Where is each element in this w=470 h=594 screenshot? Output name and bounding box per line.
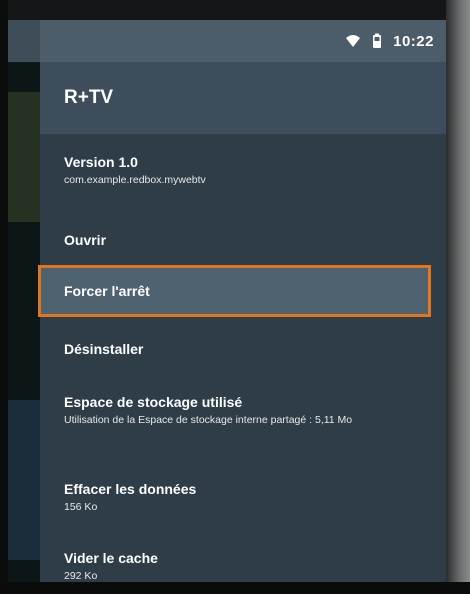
force-stop-label: Forcer l'arrêt [64,283,150,299]
force-stop-button[interactable]: Forcer l'arrêt [38,265,431,317]
clear-cache-size: 292 Ko [64,570,98,582]
status-time: 10:22 [393,32,434,50]
tv-frame-right [446,0,470,594]
wifi-icon [346,35,361,47]
version-title: Version 1.0 [64,154,138,170]
open-button[interactable]: Ouvrir [64,231,428,249]
version-item[interactable]: Version 1.0 com.example.redbox.mywebtv [64,153,428,187]
clear-data-button[interactable]: Effacer les données 156 Ko [64,480,428,514]
clear-cache-title: Vider le cache [64,550,158,566]
storage-used-detail: Utilisation de la Espace de stockage int… [64,414,353,426]
storage-used-item[interactable]: Espace de stockage utilisé Utilisation d… [64,393,428,427]
tv-frame-top [0,0,470,20]
clear-cache-button[interactable]: Vider le cache 292 Ko [64,549,428,583]
app-info-panel: R+TV Version 1.0 com.example.redbox.mywe… [38,62,446,583]
uninstall-label: Désinstaller [64,341,144,357]
open-label: Ouvrir [64,232,107,248]
panel-header: R+TV [40,62,446,134]
clear-data-title: Effacer les données [64,481,197,497]
tv-frame-left [0,0,8,594]
storage-used-title: Espace de stockage utilisé [64,394,243,410]
background-app-content-lower [8,400,40,560]
tv-frame-bottom [0,582,470,594]
battery-icon [373,33,382,48]
app-title: R+TV [64,87,114,108]
uninstall-button[interactable]: Désinstaller [64,340,428,358]
status-bar: 10:22 [40,20,446,62]
clear-data-size: 156 Ko [64,501,98,513]
background-app-content [8,92,40,222]
background-app-bar [8,20,40,62]
package-name: com.example.redbox.mywebtv [64,174,206,186]
